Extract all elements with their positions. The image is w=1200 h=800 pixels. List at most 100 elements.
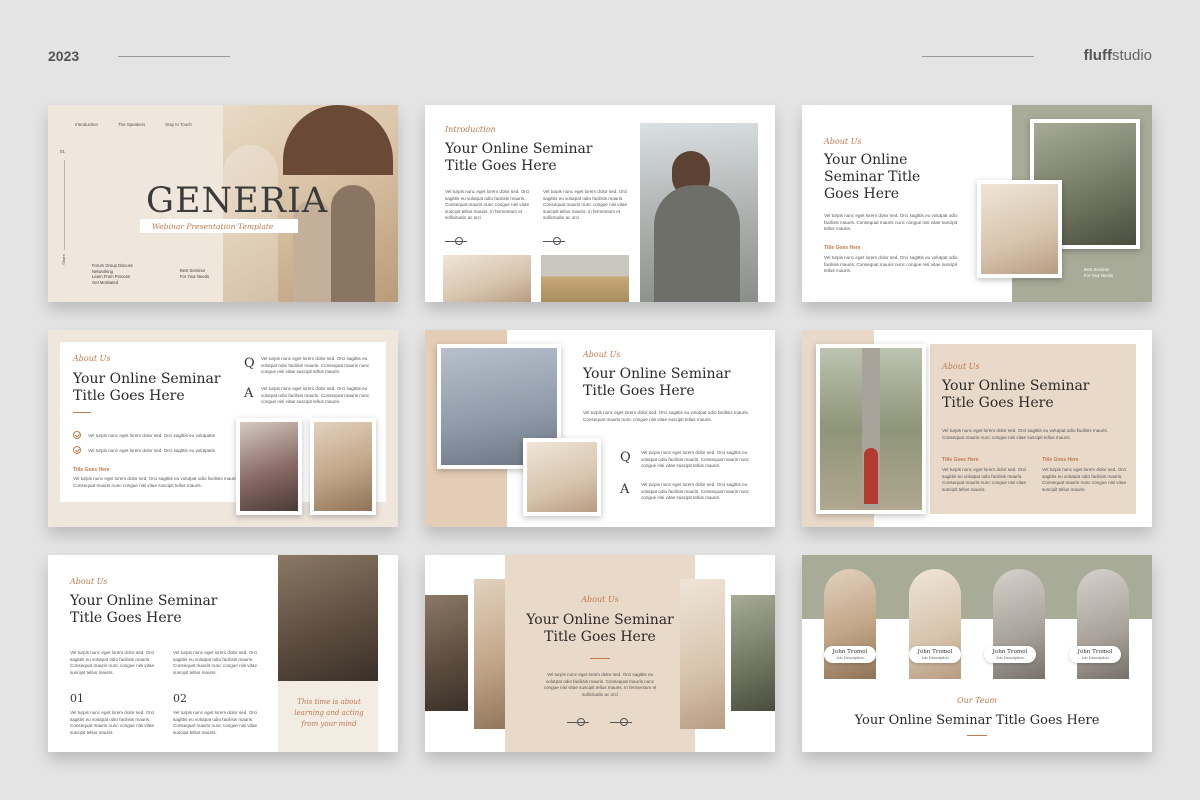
q-letter: Q — [620, 450, 631, 465]
pampas-photo — [523, 438, 601, 516]
number-02: 02 — [173, 692, 187, 705]
field-photo — [541, 255, 629, 302]
side-rule — [64, 160, 65, 250]
number-01: 01 — [70, 692, 84, 705]
section-script: About Us — [583, 350, 621, 359]
team-member-card[interactable]: John Tromol Job Description — [824, 646, 876, 663]
title-rule — [73, 412, 91, 413]
umbrella-shape — [283, 105, 393, 175]
team-member-card[interactable]: John Tromol Job Description — [909, 646, 961, 663]
slide-title: Your Online Seminar Title Goes Here — [824, 152, 921, 202]
slide-about-3[interactable]: About Us Your Online Seminar Title Goes … — [425, 330, 775, 527]
cover-nav: Introduction The Speakers Stay In Touch — [75, 122, 192, 127]
portrait-photo — [640, 123, 758, 302]
slide-title: Your Online Seminar Title Goes Here — [70, 593, 218, 626]
slide-cover[interactable]: Introduction The Speakers Stay In Touch … — [48, 105, 398, 302]
year-label: 2023 — [48, 48, 80, 64]
a-letter: A — [620, 482, 630, 497]
coat-shape — [654, 185, 740, 302]
q-text: Vel turpis nunc eget lorem dolor sed. Or… — [261, 356, 370, 375]
share-label: Share — [60, 254, 66, 265]
body-text: Vel turpis nunc eget lorem dolor sed. Or… — [942, 428, 1108, 440]
cover-subtitle: Webinar Presentation Template — [152, 222, 274, 231]
member-role: Job Description — [921, 655, 949, 660]
still-life-photo — [443, 255, 531, 302]
slide-about-4[interactable]: About Us Your Online Seminar Title Goes … — [802, 330, 1152, 527]
section-script: About Us — [824, 137, 862, 146]
title-rule — [967, 735, 987, 736]
beige-panel — [505, 555, 695, 752]
brand-logo: fluffstudio — [1083, 47, 1152, 64]
cup-photo — [731, 595, 775, 711]
slide-about-6[interactable]: About Us Your Online Seminar Title Goes … — [425, 555, 775, 752]
header-divider-left — [118, 56, 230, 57]
arrow-icon[interactable] — [543, 237, 565, 245]
slide-introduction[interactable]: Introduction Your Online Seminar Title G… — [425, 105, 775, 302]
check-text: Vel turpis nunc eget lorem dolor sed. Or… — [88, 448, 215, 453]
cover-title: GENERIA — [146, 181, 329, 221]
section-script: Introduction — [445, 125, 496, 134]
bicycle-photo — [278, 555, 378, 681]
arrow-icon[interactable] — [610, 718, 632, 726]
section-script: About Us — [73, 354, 111, 363]
section-script: About Us — [70, 577, 108, 586]
arrow-icon[interactable] — [445, 237, 467, 245]
check-text: Vel turpis nunc eget lorem dolor sed. Or… — [88, 433, 215, 438]
slide-title: Your Online Seminar Title Goes Here — [942, 378, 1090, 411]
body-text: Vel turpis nunc eget lorem dolor sed. Or… — [1042, 467, 1127, 492]
slide-team[interactable]: John Tromol Job Description John Tromol … — [802, 555, 1152, 752]
slide-about-5[interactable]: About Us Your Online Seminar Title Goes … — [48, 555, 398, 752]
slide-title: Your Online Seminar Title Goes Here — [526, 612, 674, 645]
dress-shape — [864, 448, 878, 504]
forest-photo — [816, 344, 926, 514]
team-member-card[interactable]: John Tromol Job Description — [984, 646, 1036, 663]
a-text: Vel turpis nunc eget lorem dolor sed. Or… — [261, 386, 370, 405]
slide-title: Your Online Seminar Title Goes Here — [854, 713, 1100, 728]
arrow-icon[interactable] — [567, 718, 589, 726]
woman-photo — [310, 418, 376, 515]
slide-tag: Best Seminar For Your Needs — [1084, 267, 1114, 278]
slide-title: Your Online Seminar Title Goes Here — [445, 141, 593, 174]
cover-tag: Best Seminar For Your Needs — [180, 268, 210, 279]
check-icon — [73, 446, 81, 454]
nav-item-stay-in-touch[interactable]: Stay In Touch — [165, 122, 192, 127]
nav-item-speakers[interactable]: The Speakers — [118, 122, 145, 127]
street-photo — [425, 595, 468, 711]
body-text: Vel turpis nunc eget lorem dolor sed. Or… — [173, 710, 258, 735]
body-text: Vel turpis nunc eget lorem dolor sed. Or… — [543, 189, 628, 221]
header-divider-right — [922, 56, 1034, 57]
flowers-photo — [236, 418, 302, 515]
check-icon — [73, 431, 81, 439]
slide-about-1[interactable]: About Us Your Online Seminar Title Goes … — [802, 105, 1152, 302]
section-script: Our Team — [957, 696, 997, 705]
slide-title: Your Online Seminar Title Goes Here — [583, 366, 731, 399]
q-text: Vel turpis nunc eget lorem dolor sed. Or… — [641, 450, 750, 469]
cover-list: Forum Group Discuss Networking Learn From … — [92, 263, 133, 285]
a-letter: A — [244, 386, 254, 401]
q-letter: Q — [244, 356, 255, 371]
member-role: Job Description — [1081, 655, 1109, 660]
label-title: Title Goes Here — [73, 467, 110, 473]
quote-text: This time is about learning and acting f… — [294, 698, 364, 728]
body-text: Vel turpis nunc eget lorem dolor sed. Or… — [942, 467, 1027, 492]
body-text: Vel turpis nunc eget lorem dolor sed. Or… — [173, 650, 258, 675]
member-role: Job Description — [836, 655, 864, 660]
body-text: Vel turpis nunc eget lorem dolor sed. Or… — [824, 255, 958, 274]
section-script: About Us — [581, 595, 619, 604]
body-text: Vel turpis nunc eget lorem dolor sed. Or… — [70, 710, 155, 735]
team-member-card[interactable]: John Tromol Job Description — [1069, 646, 1121, 663]
person-shape — [331, 185, 375, 302]
a-text: Vel turpis nunc eget lorem dolor sed. Or… — [641, 482, 750, 501]
body-text: Vel turpis nunc eget lorem dolor sed. Or… — [583, 410, 749, 422]
section-script: About Us — [942, 362, 980, 371]
member-role: Job Description — [996, 655, 1024, 660]
slide-about-2[interactable]: About Us Your Online Seminar Title Goes … — [48, 330, 398, 527]
body-text: Vel turpis nunc eget lorem dolor sed. Or… — [543, 672, 657, 697]
body-text: Vel turpis nunc eget lorem dolor sed. Or… — [73, 476, 239, 488]
nav-item-introduction[interactable]: Introduction — [75, 122, 98, 127]
title-rule — [590, 658, 610, 659]
body-text: Vel turpis nunc eget lorem dolor sed. Or… — [445, 189, 530, 221]
label-title: Title Goes Here — [1042, 457, 1079, 463]
slide-title: Your Online Seminar Title Goes Here — [73, 371, 221, 404]
label-title: Title Goes Here — [824, 245, 861, 251]
